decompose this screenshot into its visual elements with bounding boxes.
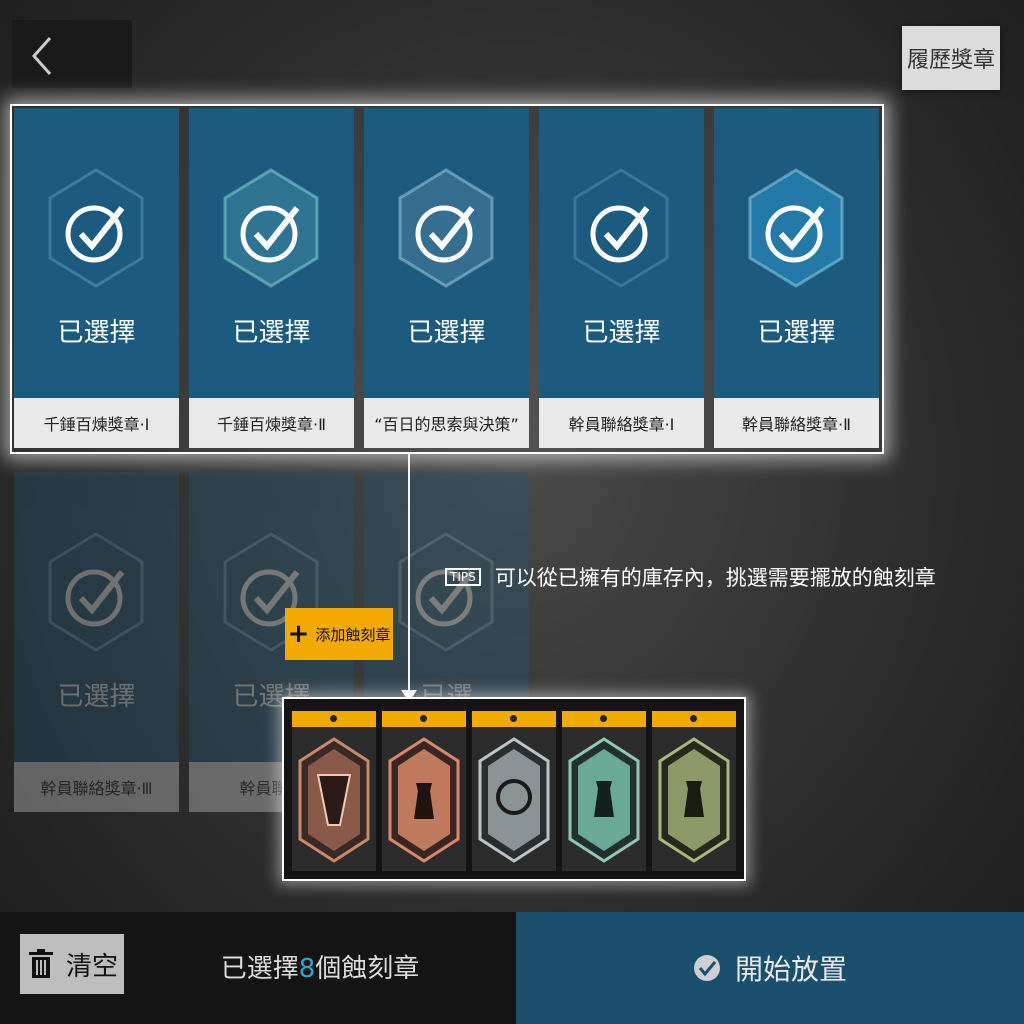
badge-rook-50-icon: [658, 737, 730, 863]
medal-card[interactable]: 已選擇 幹員聯絡獎章·Ⅱ: [714, 108, 879, 448]
medal-name: 幹員聯絡獎章·Ⅲ: [14, 762, 179, 812]
back-button[interactable]: [12, 20, 132, 88]
medal-card[interactable]: 已選擇 千錘百煉獎章·Ⅰ: [14, 108, 179, 448]
slot-tab: [382, 711, 466, 727]
badge-bronze-icon: [298, 737, 370, 863]
checkmark-circle-icon: [65, 569, 125, 627]
selected-count-text: 已選擇8個蝕刻章: [200, 948, 440, 985]
checkmark-circle-icon: [415, 205, 475, 263]
inventory-slot[interactable]: [382, 711, 466, 871]
chevron-left-icon: [31, 37, 52, 75]
tips-hint: TIPS 可以從已擁有的庫存內，挑選需要擺放的蝕刻章: [445, 562, 936, 592]
start-placement-button[interactable]: 開始放置: [516, 912, 1024, 1024]
selected-label: 已選擇: [582, 318, 661, 348]
add-etching-label: 添加蝕刻章: [315, 625, 391, 644]
inventory-slot[interactable]: [292, 711, 376, 871]
medal-card[interactable]: 已選擇 幹員聯絡獎章·Ⅲ: [14, 472, 179, 812]
badge-rook-120-icon: [388, 737, 460, 863]
slot-tab: [472, 711, 556, 727]
selected-count: 8: [298, 954, 316, 984]
clear-label: 清空: [66, 951, 119, 982]
slot-tab: [652, 711, 736, 727]
selected-label: 已選擇: [757, 318, 836, 348]
tips-badge: TIPS: [445, 568, 481, 586]
clear-button[interactable]: 清空: [20, 934, 124, 994]
medal-card[interactable]: 已選擇 千錘百煉獎章·Ⅱ: [189, 108, 354, 448]
checkmark-circle-icon: [65, 205, 125, 263]
badge-rook-100-icon: [568, 737, 640, 863]
selected-label: 已選擇: [57, 318, 136, 348]
checkmark-circle-icon: [240, 205, 300, 263]
medal-name: 幹員聯絡獎章·Ⅰ: [539, 398, 704, 448]
medal-name: 幹員聯絡獎章·Ⅱ: [714, 398, 879, 448]
selected-label: 已選擇: [407, 318, 486, 348]
add-etching-button[interactable]: + 添加蝕刻章: [285, 608, 393, 660]
checkmark-circle-icon: [590, 205, 650, 263]
medal-name: “百日的思索與決策”: [364, 398, 529, 448]
inventory-slot[interactable]: [472, 711, 556, 871]
slot-tab: [292, 711, 376, 727]
badge-one-hundred-days-icon: [478, 737, 550, 863]
checkmark-circle-icon: [693, 955, 720, 981]
inventory-slot[interactable]: [562, 711, 646, 871]
medal-card[interactable]: 已選擇 幹員聯絡獎章·Ⅰ: [539, 108, 704, 448]
inventory-slot[interactable]: [652, 711, 736, 871]
plus-icon: +: [287, 619, 310, 649]
medal-card[interactable]: 已選擇 “百日的思索與決策”: [364, 108, 529, 448]
medal-name: 千錘百煉獎章·Ⅰ: [14, 398, 179, 448]
selected-label: 已選擇: [232, 318, 311, 348]
tutorial-pointer-line: [408, 452, 410, 692]
selected-label: 已選擇: [57, 682, 136, 712]
selected-suffix: 個蝕刻章: [315, 954, 420, 984]
trash-icon: [29, 949, 53, 978]
selected-prefix: 已選擇: [220, 954, 299, 984]
checkmark-circle-icon: [765, 205, 825, 263]
start-label: 開始放置: [734, 953, 847, 986]
slot-tab: [562, 711, 646, 727]
medal-name: 千錘百煉獎章·Ⅱ: [189, 398, 354, 448]
history-badges-button[interactable]: 履歷獎章: [902, 26, 1000, 90]
etching-inventory-panel: [282, 697, 746, 881]
tips-text: 可以從已擁有的庫存內，挑選需要擺放的蝕刻章: [494, 566, 936, 590]
